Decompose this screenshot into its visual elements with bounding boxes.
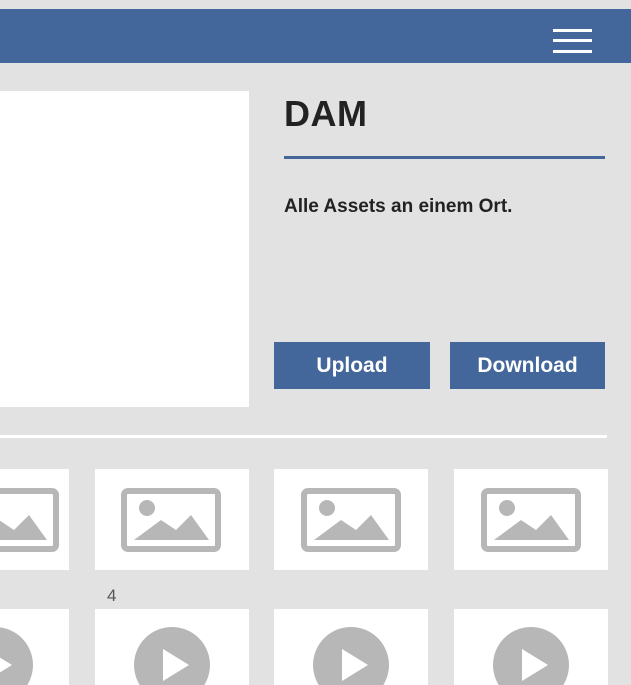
play-icon [0,627,33,685]
title-underline [284,156,605,159]
hamburger-menu-icon[interactable] [553,29,592,53]
page-title: DAM [284,93,368,134]
play-icon [313,627,389,685]
tagline: Alle Assets an einem Ort. [284,196,513,217]
image-placeholder-icon [481,488,581,552]
image-tile[interactable] [454,469,608,570]
upload-button[interactable]: Upload [274,342,430,389]
hero-preview-panel [0,91,249,407]
image-placeholder-icon [121,488,221,552]
video-tile[interactable] [274,609,428,685]
video-tile[interactable] [454,609,608,685]
image-placeholder-icon [301,488,401,552]
image-tile[interactable] [274,469,428,570]
image-tile[interactable] [0,469,69,570]
play-icon [493,627,569,685]
video-tile[interactable] [95,609,249,685]
video-tile[interactable] [0,609,69,685]
section-divider [0,435,607,438]
image-tile[interactable] [95,469,249,570]
group-count-label: 4 [107,586,117,605]
download-button[interactable]: Download [450,342,605,389]
play-icon [134,627,210,685]
top-navigation-bar [0,9,631,63]
image-placeholder-icon [0,488,59,552]
